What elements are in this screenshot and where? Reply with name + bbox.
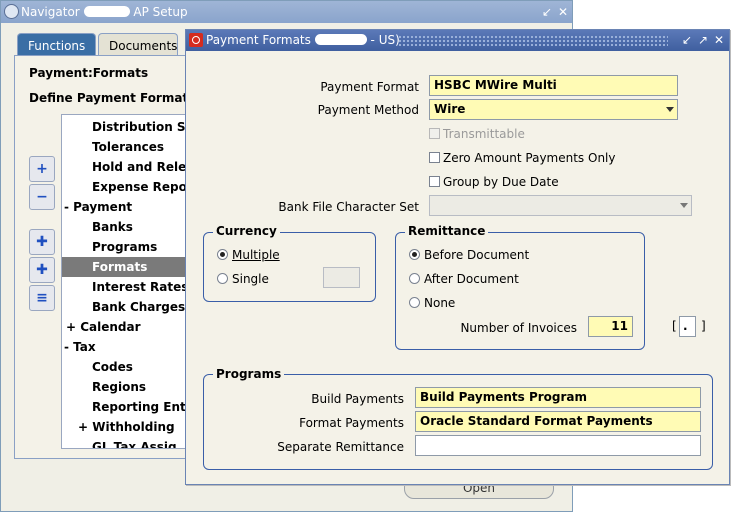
payment-formats-window: Payment Formats - US) ↙ ↗ ✕ Payment Form… [185,29,730,485]
remittance-after-radio[interactable]: After Document [409,272,519,286]
radio-dot [217,273,228,284]
tree-item[interactable]: - Payment [64,197,132,217]
collapse-minus-icon[interactable]: − [29,184,55,210]
tree-item[interactable]: Codes [92,357,133,377]
chevron-down-icon [680,203,688,208]
currency-single-input[interactable] [323,267,360,288]
chevron-down-icon [666,107,674,112]
tree-item-selected[interactable]: Formats [62,257,190,277]
currency-single-radio[interactable]: Single [217,272,269,286]
remittance-group-title: Remittance [405,224,489,238]
minimize-icon[interactable]: ↙ [680,32,694,49]
tree-item[interactable]: Expense Reports [92,177,190,197]
checkbox-box [429,176,440,187]
tree-item[interactable]: Bank Charges [92,297,185,317]
radio-dot [409,297,420,308]
expand-branch-icon[interactable]: ✚ [29,229,55,255]
currency-single-label: Single [232,272,269,286]
tree-item[interactable]: Distribution Sets [92,117,190,137]
radio-dot [409,249,420,260]
function-path-heading: Payment:Formats [29,66,149,80]
tree-item[interactable]: + Calendar [66,317,141,337]
navigator-app-icon [4,4,19,19]
close-icon[interactable]: ✕ [712,32,726,49]
group-by-due-date-label: Group by Due Date [443,175,559,189]
oracle-logo-icon [189,33,203,47]
collapse-all-icon[interactable]: ≡ [29,285,55,311]
format-payments-input[interactable]: Oracle Standard Format Payments [415,411,701,432]
bracket-right: ] [701,319,706,333]
descriptive-flexfield[interactable]: . [679,316,696,337]
separate-remittance-label: Separate Remittance [277,440,404,454]
remittance-before-label: Before Document [424,248,530,262]
tree-item[interactable]: Reporting Entity [92,397,190,417]
currency-multiple-label: Multiple [232,248,280,262]
redacted-text [83,6,130,17]
function-description-heading: Define Payment Formats [29,91,196,105]
build-payments-input[interactable]: Build Payments Program [415,387,701,408]
redacted-text [314,34,367,45]
tree-item[interactable]: Banks [92,217,133,237]
checkbox-box [429,128,440,139]
number-of-invoices-label: Number of Invoices [460,321,577,335]
payment-formats-titlebar[interactable]: Payment Formats - US) ↙ ↗ ✕ [186,30,729,51]
function-tree[interactable]: Distribution Sets Tolerances Hold and Re… [61,114,191,449]
bank-file-charset-label: Bank File Character Set [278,200,419,214]
tab-functions[interactable]: Functions [17,33,96,57]
expand-plus-icon[interactable]: + [29,156,55,182]
titlebar-pattern [398,35,668,46]
tree-item[interactable]: - Tax [64,337,96,357]
remittance-before-radio[interactable]: Before Document [409,248,529,262]
remittance-after-label: After Document [424,272,519,286]
checkbox-box [429,152,440,163]
tab-documents[interactable]: Documents [98,33,178,57]
payment-format-label: Payment Format [320,80,419,94]
bracket-left: [ [672,319,677,333]
payment-formats-title-suffix: - US) [370,33,400,47]
currency-multiple-radio[interactable]: Multiple [217,248,280,262]
maximize-icon[interactable]: ↗ [696,32,710,49]
zero-amount-label: Zero Amount Payments Only [443,151,616,165]
separate-remittance-input[interactable] [415,435,701,456]
currency-group-title: Currency [213,224,280,238]
tab-functions-label: Functions [28,39,86,53]
tree-item[interactable]: GL Tax Assig... [92,437,190,448]
payment-method-value: Wire [434,102,466,116]
navigator-title-suffix: AP Setup [133,5,188,19]
tree-item[interactable]: Tolerances [92,137,164,157]
tree-item[interactable]: Regions [92,377,146,397]
radio-dot [409,273,420,284]
tree-item[interactable]: Interest Rates [92,277,188,297]
minimize-icon[interactable]: ↙ [540,4,554,20]
remittance-none-label: None [424,296,456,310]
group-by-due-date-checkbox[interactable]: Group by Due Date [429,175,559,189]
payment-method-select[interactable]: Wire [429,99,678,120]
transmittable-checkbox[interactable]: Transmittable [429,127,525,141]
navigator-title-prefix: Navigator [21,5,80,19]
tab-documents-label: Documents [109,39,178,53]
format-payments-label: Format Payments [299,416,404,430]
remittance-none-radio[interactable]: None [409,296,455,310]
expand-all-icon[interactable]: ✚ [29,257,55,283]
payment-formats-title-prefix: Payment Formats [206,33,311,47]
tree-item[interactable]: + Withholding [78,417,175,437]
payment-format-input[interactable]: HSBC MWire Multi [429,75,678,96]
tree-item[interactable]: Programs [92,237,157,257]
transmittable-label: Transmittable [443,127,525,141]
close-icon[interactable]: ✕ [556,4,570,20]
number-of-invoices-input[interactable]: 11 [588,316,633,337]
navigator-titlebar[interactable]: Navigator AP Setup ↙ ✕ [1,1,572,23]
radio-dot [217,249,228,260]
tree-item[interactable]: Hold and Release [92,157,190,177]
payment-method-label: Payment Method [317,103,419,117]
programs-group-title: Programs [213,367,285,381]
bank-file-charset-select[interactable] [429,195,692,216]
zero-amount-checkbox[interactable]: Zero Amount Payments Only [429,151,616,165]
build-payments-label: Build Payments [311,392,404,406]
